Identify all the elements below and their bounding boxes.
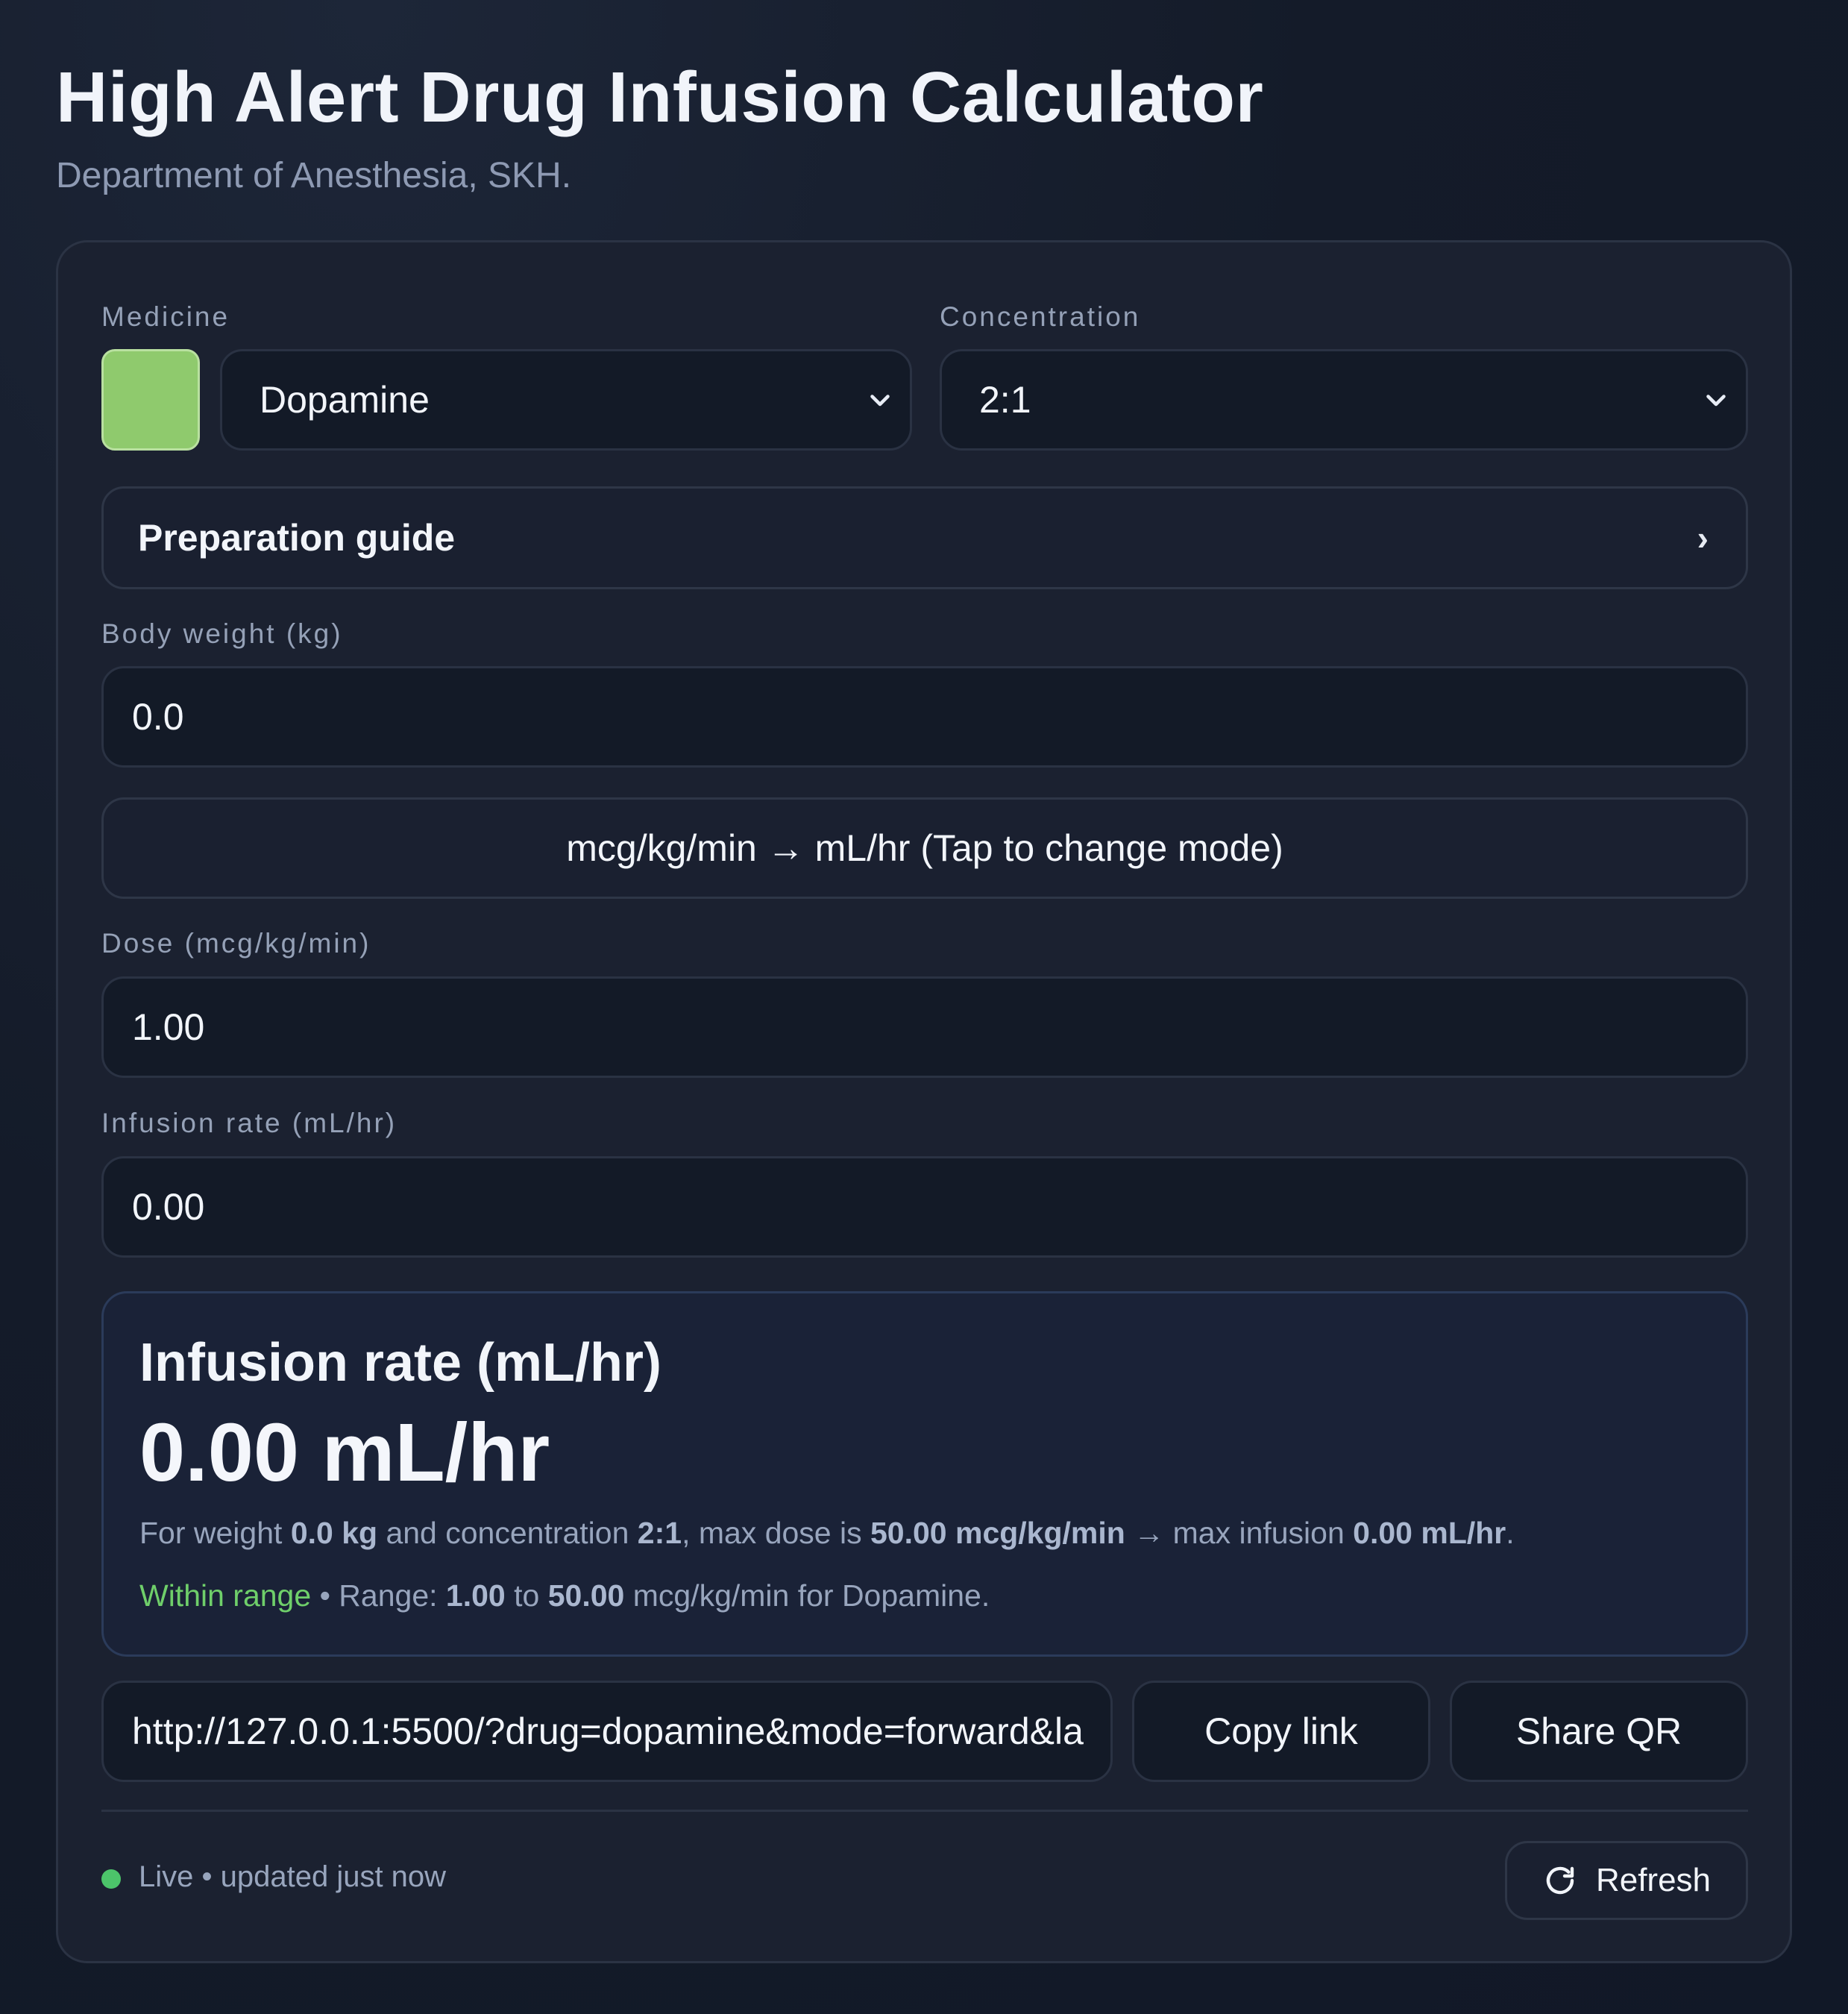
- refresh-icon: [1546, 1866, 1574, 1895]
- body-weight-label: Body weight (kg): [101, 618, 343, 649]
- live-status-dot: [101, 1869, 121, 1889]
- medicine-label: Medicine: [101, 301, 230, 332]
- concentration-label: Concentration: [940, 301, 1141, 332]
- body-weight-value: 0.0: [132, 696, 184, 738]
- result-title: Infusion rate (mL/hr): [139, 1333, 661, 1393]
- refresh-button[interactable]: Refresh: [1505, 1841, 1748, 1920]
- share-url-value: http://127.0.0.1:5500/?drug=dopamine&mod…: [132, 1710, 1084, 1752]
- body-weight-input[interactable]: 0.0: [101, 666, 1748, 768]
- preparation-guide-button[interactable]: Preparation guide ›: [101, 486, 1748, 589]
- live-status-text: Live • updated just now: [139, 1860, 447, 1893]
- range-high: 50.00: [547, 1578, 625, 1613]
- copy-link-button[interactable]: Copy link: [1132, 1681, 1430, 1782]
- chevron-down-icon: [1706, 395, 1726, 407]
- refresh-label: Refresh: [1595, 1862, 1712, 1898]
- medicine-select-value: Dopamine: [260, 379, 430, 421]
- note-max-infusion: 0.00 mL/hr: [1353, 1516, 1506, 1550]
- concentration-select[interactable]: 2:1: [940, 349, 1748, 451]
- share-qr-button[interactable]: Share QR: [1450, 1681, 1748, 1782]
- concentration-select-value: 2:1: [979, 379, 1031, 421]
- preparation-guide-label: Preparation guide: [138, 517, 456, 559]
- medicine-select[interactable]: Dopamine: [220, 349, 912, 451]
- medicine-color-swatch: [101, 349, 200, 451]
- infusion-rate-value: 0.00: [132, 1186, 205, 1228]
- dose-value: 1.00: [132, 1006, 205, 1048]
- copy-link-label: Copy link: [1204, 1710, 1358, 1752]
- page-subtitle: Department of Anesthesia, SKH.: [56, 156, 572, 195]
- note-max-dose: 50.00 mcg/kg/min: [870, 1516, 1125, 1550]
- page-title: High Alert Drug Infusion Calculator: [56, 57, 1264, 137]
- dose-label: Dose (mcg/kg/min): [101, 928, 371, 959]
- note-concentration: 2:1: [637, 1516, 682, 1550]
- range-low: 1.00: [445, 1578, 506, 1613]
- range-status: Within range: [139, 1578, 312, 1613]
- note-weight: 0.0 kg: [290, 1516, 378, 1550]
- mode-toggle-label: mcg/kg/min → mL/hr (Tap to change mode): [566, 827, 1283, 869]
- chevron-down-icon: [870, 395, 890, 407]
- footer-divider: [101, 1810, 1748, 1812]
- result-note: For weight 0.0 kg and concentration 2:1,…: [139, 1516, 1515, 1550]
- dose-input[interactable]: 1.00: [101, 976, 1748, 1078]
- result-value: 0.00 mL/hr: [139, 1407, 550, 1499]
- share-qr-label: Share QR: [1515, 1710, 1682, 1752]
- infusion-rate-input[interactable]: 0.00: [101, 1156, 1748, 1258]
- chevron-right-icon: ›: [1697, 518, 1709, 557]
- result-range: Within range • Range: 1.00 to 50.00 mcg/…: [139, 1578, 990, 1613]
- infusion-rate-label: Infusion rate (mL/hr): [101, 1108, 397, 1138]
- share-url-field[interactable]: http://127.0.0.1:5500/?drug=dopamine&mod…: [101, 1681, 1113, 1782]
- result-panel: Infusion rate (mL/hr) 0.00 mL/hr For wei…: [101, 1291, 1748, 1657]
- mode-toggle-button[interactable]: mcg/kg/min → mL/hr (Tap to change mode): [101, 797, 1748, 899]
